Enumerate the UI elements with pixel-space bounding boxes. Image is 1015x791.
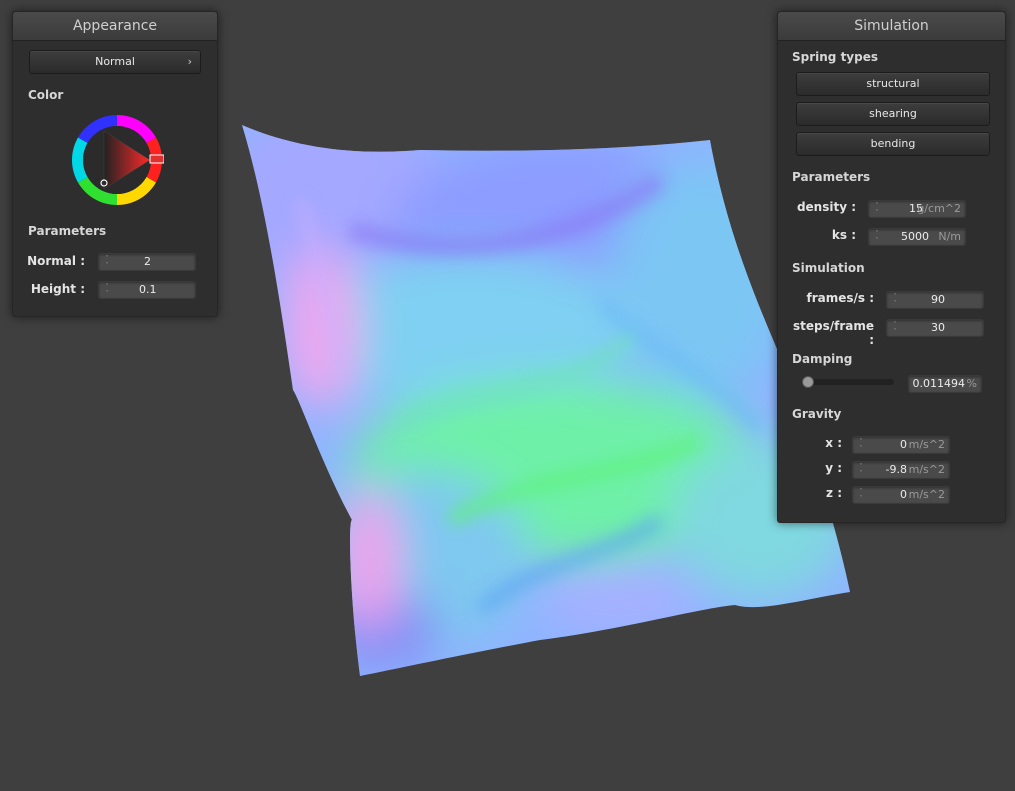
gravity-z-label: z : (826, 486, 842, 500)
shearing-spring-button[interactable]: shearing (796, 102, 990, 126)
shader-select-label: Normal (95, 55, 135, 68)
bending-spring-button[interactable]: bending (796, 132, 990, 156)
spin-arrows-icon[interactable]: ˄ ˅ (873, 230, 881, 244)
frames-field[interactable]: ˄ ˅ 90 (886, 291, 984, 309)
spin-arrows-icon[interactable]: ˄ ˅ (857, 488, 865, 502)
ks-label: ks : (831, 228, 856, 242)
spin-arrows-icon[interactable]: ˄ ˅ (891, 293, 899, 307)
spin-arrows-icon[interactable]: ˄ ˅ (873, 202, 881, 216)
normal-label: Normal : (27, 254, 85, 268)
damping-label: Damping (792, 352, 853, 366)
simulation-parameters-label: Parameters (792, 170, 871, 184)
shader-select-button[interactable]: Normal › (29, 50, 201, 74)
density-field[interactable]: ˄ ˅ 15 g/cm^2 (868, 200, 966, 218)
simulation-section-label: Simulation (792, 261, 865, 275)
spin-arrows-icon[interactable]: ˄ ˅ (103, 255, 111, 269)
density-label: density : (796, 200, 856, 214)
height-field[interactable]: ˄ ˅ 0.1 (98, 281, 196, 299)
structural-spring-button[interactable]: structural (796, 72, 990, 96)
normal-field[interactable]: ˄ ˅ 2 (98, 253, 196, 271)
gravity-y-label: y : (825, 461, 842, 475)
spin-arrows-icon[interactable]: ˄ ˅ (857, 438, 865, 452)
ks-field[interactable]: ˄ ˅ 5000 N/m (868, 228, 966, 246)
gravity-y-field[interactable]: ˄ ˅ -9.8 m/s^2 (852, 461, 950, 479)
appearance-parameters-label: Parameters (28, 224, 107, 238)
frames-label: frames/s : (806, 291, 874, 305)
damping-field[interactable]: 0.011494 % (908, 375, 982, 393)
steps-label: steps/frame : (792, 319, 874, 347)
gravity-x-label: x : (825, 436, 842, 450)
gravity-label: Gravity (792, 407, 842, 421)
spring-types-label: Spring types (792, 50, 879, 64)
spin-arrows-icon[interactable]: ˄ ˅ (857, 463, 865, 477)
color-wheel-icon[interactable] (70, 113, 164, 207)
height-label: Height : (30, 282, 85, 296)
spin-arrows-icon[interactable]: ˄ ˅ (891, 321, 899, 335)
damping-slider[interactable] (802, 376, 894, 388)
simulation-panel-title: Simulation (778, 12, 1005, 41)
gravity-z-field[interactable]: ˄ ˅ 0 m/s^2 (852, 486, 950, 504)
simulation-panel: Simulation Spring types structural shear… (777, 11, 1006, 523)
steps-field[interactable]: ˄ ˅ 30 (886, 319, 984, 337)
appearance-panel-title: Appearance (13, 12, 217, 41)
appearance-panel: Appearance Normal › Color Parameters Nor… (12, 11, 218, 317)
chevron-right-icon: › (187, 55, 192, 68)
color-section-label: Color (28, 88, 64, 102)
gravity-x-field[interactable]: ˄ ˅ 0 m/s^2 (852, 436, 950, 454)
spin-arrows-icon[interactable]: ˄ ˅ (103, 283, 111, 297)
damping-slider-handle[interactable] (802, 376, 814, 388)
